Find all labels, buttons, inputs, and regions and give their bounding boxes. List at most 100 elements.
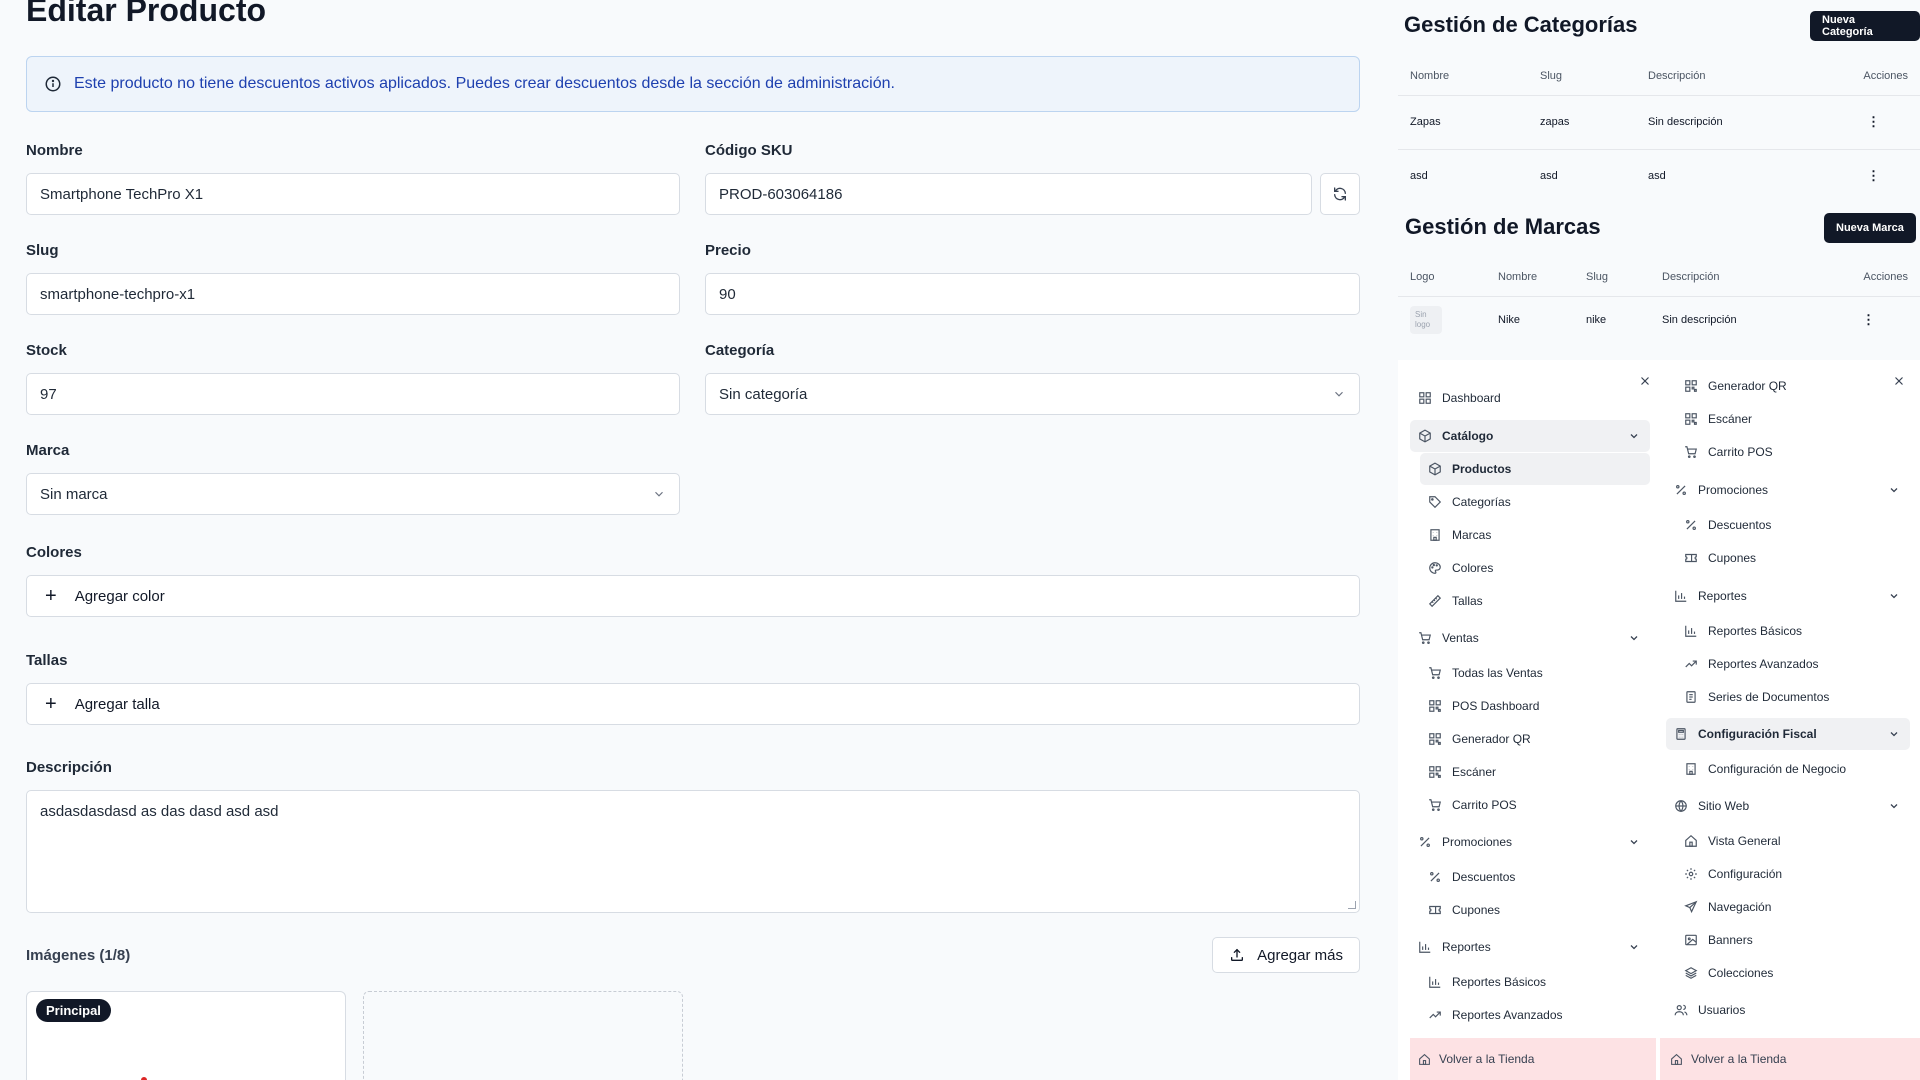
trend-icon [1684,657,1698,671]
sidebar-item-dashboard[interactable]: Dashboard [1410,382,1650,414]
sidebar-item-productos[interactable]: Productos [1420,453,1650,485]
sidebar-item-banners[interactable]: Banners [1676,924,1910,956]
add-more-label: Agregar más [1257,946,1343,964]
product-edit-form: Editar Producto Este producto no tiene d… [26,0,1360,1080]
sidebar-item-categorias[interactable]: Categorías [1420,486,1650,518]
sidebar-item-reportes-basicos[interactable]: Reportes Básicos [1420,966,1650,998]
upload-icon [1229,947,1245,963]
precio-input[interactable]: 90 [705,273,1360,315]
sidebar-item-reportes-avanzados[interactable]: Reportes Avanzados [1676,648,1910,680]
home-icon [1670,1053,1683,1066]
sidebar-item-promociones[interactable]: Promociones [1410,826,1650,858]
sidebar-item-label: Tallas [1452,594,1483,608]
sidebar-item-pos-dashboard[interactable]: POS Dashboard [1420,690,1650,722]
back-to-store-button[interactable]: Volver a la Tienda [1660,1038,1920,1080]
sidebar-item-descuentos[interactable]: Descuentos [1420,861,1650,893]
sidebar-item-label: Dashboard [1442,391,1501,405]
sidebar-item-label: Todas las Ventas [1452,666,1543,680]
building-icon [1684,762,1698,776]
image-icon [1684,933,1698,947]
sidebar-item-series-documentos[interactable]: Series de Documentos [1676,681,1910,713]
cell-slug: nike [1574,295,1650,344]
sidebar-item-catalogo[interactable]: Catálogo [1410,420,1650,452]
sidebar-item-escaner[interactable]: Escáner [1420,756,1650,788]
sidebar-item-generador-qr[interactable]: Generador QR [1676,370,1910,402]
sidebar-item-vista-general[interactable]: Vista General [1676,825,1910,857]
column-header: Descripción [1662,270,1720,283]
sidebar-item-navegacion[interactable]: Navegación [1676,891,1910,923]
brand-logo-placeholder: Sin logo [1410,306,1442,335]
sidebar-item-todas-ventas[interactable]: Todas las Ventas [1420,657,1650,689]
add-talla-button[interactable]: + Agregar talla [26,683,1360,725]
sidebar-item-label: Series de Documentos [1708,690,1830,704]
marca-value: Sin marca [40,485,108,503]
sidebar-item-label: Descuentos [1452,870,1516,884]
cell-descripcion: Sin descripción [1650,295,1820,344]
back-to-store-button[interactable]: Volver a la Tienda [1410,1038,1656,1080]
sidebar-item-label: Reportes [1442,940,1491,954]
cell-descripcion: Sin descripción [1636,94,1836,149]
sidebar-item-tallas[interactable]: Tallas [1420,585,1650,617]
sidebar-item-configuracion-fiscal[interactable]: Configuración Fiscal [1666,718,1910,750]
users-icon [1674,1003,1688,1017]
document-icon [1684,690,1698,704]
add-more-images-button[interactable]: Agregar más [1212,937,1360,973]
sidebar-item-escaner[interactable]: Escáner [1676,403,1910,435]
sidebar-item-generador-qr[interactable]: Generador QR [1420,723,1650,755]
ticket-icon [1428,903,1442,917]
more-actions-icon[interactable]: ⋮ [1867,114,1880,129]
resize-handle[interactable] [1348,901,1356,909]
sidebar-item-reportes-avanzados[interactable]: Reportes Avanzados [1420,999,1650,1031]
brands-table: Logo Nombre Slug Descripción Acciones Si… [1398,258,1920,344]
cell-descripcion: asd [1636,148,1836,203]
add-color-button[interactable]: + Agregar color [26,575,1360,617]
sidebar-item-configuracion-negocio[interactable]: Configuración de Negocio [1676,753,1910,785]
sidebar-item-carrito-pos[interactable]: Carrito POS [1420,789,1650,821]
precio-label: Precio [705,242,751,259]
sidebar-item-promociones[interactable]: Promociones [1666,474,1910,506]
product-image-card[interactable]: Principal [26,991,346,1080]
sidebar-item-cupones[interactable]: Cupones [1676,542,1910,574]
new-category-button[interactable]: Nueva Categoría [1810,11,1920,41]
sidebar-item-reportes-basicos[interactable]: Reportes Básicos [1676,615,1910,647]
discount-info-alert: Este producto no tiene descuentos activo… [26,56,1360,112]
nombre-input[interactable]: Smartphone TechPro X1 [26,173,680,215]
categoria-select[interactable]: Sin categoría [705,373,1360,415]
cart-icon [1418,631,1432,645]
descripcion-textarea[interactable]: asdasdasdasd as das dasd asd asd [26,790,1360,913]
sidebar-item-label: Generador QR [1708,379,1787,393]
sidebar-item-descuentos[interactable]: Descuentos [1676,509,1910,541]
sidebar-item-ventas[interactable]: Ventas [1410,622,1650,654]
marca-select[interactable]: Sin marca [26,473,680,515]
slug-input[interactable]: smartphone-techpro-x1 [26,273,680,315]
sidebar-item-marcas[interactable]: Marcas [1420,519,1650,551]
stock-input[interactable]: 97 [26,373,680,415]
trend-icon [1428,1008,1442,1022]
sidebar-item-sitio-web[interactable]: Sitio Web [1666,790,1910,822]
new-brand-button[interactable]: Nueva Marca [1824,213,1916,243]
qr-icon [1428,732,1442,746]
more-actions-icon[interactable]: ⋮ [1862,312,1875,327]
more-actions-icon[interactable]: ⋮ [1867,168,1880,183]
chevron-down-icon [652,487,666,501]
sidebar-item-reportes[interactable]: Reportes [1666,580,1910,612]
sidebar-item-colores[interactable]: Colores [1420,552,1650,584]
qr-icon [1428,699,1442,713]
sidebar-item-reportes[interactable]: Reportes [1410,931,1650,963]
regenerate-sku-button[interactable] [1320,173,1360,215]
sidebar-item-carrito-pos[interactable]: Carrito POS [1676,436,1910,468]
page-title: Editar Producto [26,0,267,28]
sidebar-item-cupones[interactable]: Cupones [1420,894,1650,926]
column-header: Slug [1540,69,1563,82]
sku-input[interactable]: PROD-603064186 [705,173,1312,215]
sidebar-item-usuarios[interactable]: Usuarios [1666,994,1910,1026]
sidebar-item-colecciones[interactable]: Colecciones [1676,957,1910,989]
sidebar-item-configuracion[interactable]: Configuración [1676,858,1910,890]
sku-label: Código SKU [705,142,793,159]
sidebar-item-label: Productos [1452,462,1512,476]
sidebar-item-label: Reportes Básicos [1452,975,1547,989]
images-header: Imágenes (1/8) Agregar más [26,937,1360,973]
ruler-icon [1428,594,1442,608]
empty-image-slot[interactable] [363,991,683,1080]
stock-label: Stock [26,342,67,359]
